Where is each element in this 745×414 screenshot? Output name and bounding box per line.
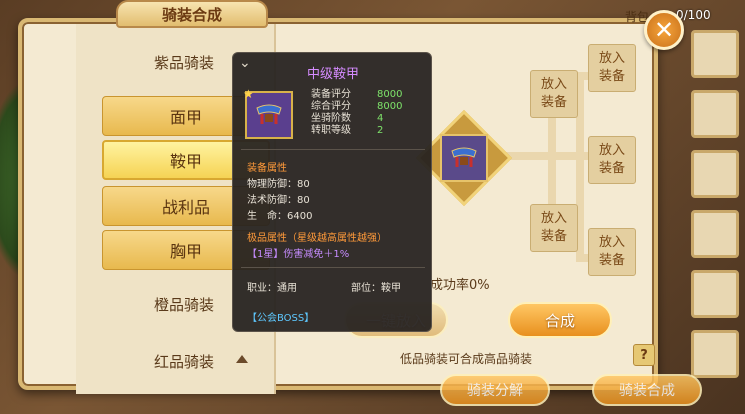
help-button[interactable]: ? (633, 344, 655, 366)
put-equipment-slot[interactable]: 放入 装备 (530, 70, 578, 118)
extreme-attr-line: 【1星】伤害减免＋1% (247, 249, 350, 260)
inventory-slot[interactable] (691, 30, 739, 78)
inventory-slot[interactable] (691, 210, 739, 258)
put-equipment-slot[interactable]: 放入 装备 (588, 44, 636, 92)
slot-label: 部位：鞍甲 (351, 283, 401, 294)
item-source: 【公会BOSS】 (247, 313, 315, 324)
synthesis-hint: 低品骑装可合成高品骑装 (400, 352, 533, 366)
inventory-slot[interactable] (691, 150, 739, 198)
window-title: 骑装合成 (116, 0, 268, 28)
inventory-slot[interactable] (691, 90, 739, 138)
put-equipment-slot[interactable]: 放入 装备 (588, 228, 636, 276)
star-icon: ★ (243, 87, 254, 101)
close-button[interactable]: ✕ (644, 10, 684, 50)
scroll-up-icon[interactable] (236, 355, 248, 363)
saddle-icon (451, 147, 477, 167)
attr-line: 法术防御：80 (247, 195, 310, 206)
put-equipment-slot[interactable]: 放入 装备 (588, 136, 636, 184)
tab-synthesize[interactable]: 骑装合成 (592, 374, 702, 406)
tab-decompose[interactable]: 骑装分解 (440, 374, 550, 406)
divider (241, 267, 425, 268)
inventory-slot[interactable] (691, 270, 739, 318)
item-stats: 装备评分 8000 综合评分 8000 坐骑阶数 4 转职等级 2 (311, 89, 403, 136)
tooltip-title: 中级鞍甲 (306, 67, 359, 82)
item-tooltip: ⌄ 中级鞍甲 ★ 装备评分 8000 综合评分 8000 坐骑阶数 4 转职等级 2 装… (232, 52, 432, 332)
synthesize-button[interactable]: 合成 (508, 302, 612, 338)
success-rate: 成功率0% (430, 278, 490, 293)
attr-section-title: 装备属性 (247, 163, 287, 174)
extreme-attr-title: 极品属性（星级越高属性越强） (247, 233, 387, 244)
right-inventory-column (685, 20, 745, 380)
attr-line: 生 命：6400 (247, 211, 313, 222)
job-label: 职业：通用 (247, 283, 297, 294)
result-item-slot[interactable] (440, 134, 488, 182)
put-equipment-slot[interactable]: 放入 装备 (530, 204, 578, 252)
attr-line: 物理防御：80 (247, 179, 310, 190)
inventory-slot[interactable] (691, 330, 739, 378)
close-icon: ✕ (653, 16, 675, 44)
saddle-icon (256, 104, 282, 124)
divider (241, 149, 425, 150)
